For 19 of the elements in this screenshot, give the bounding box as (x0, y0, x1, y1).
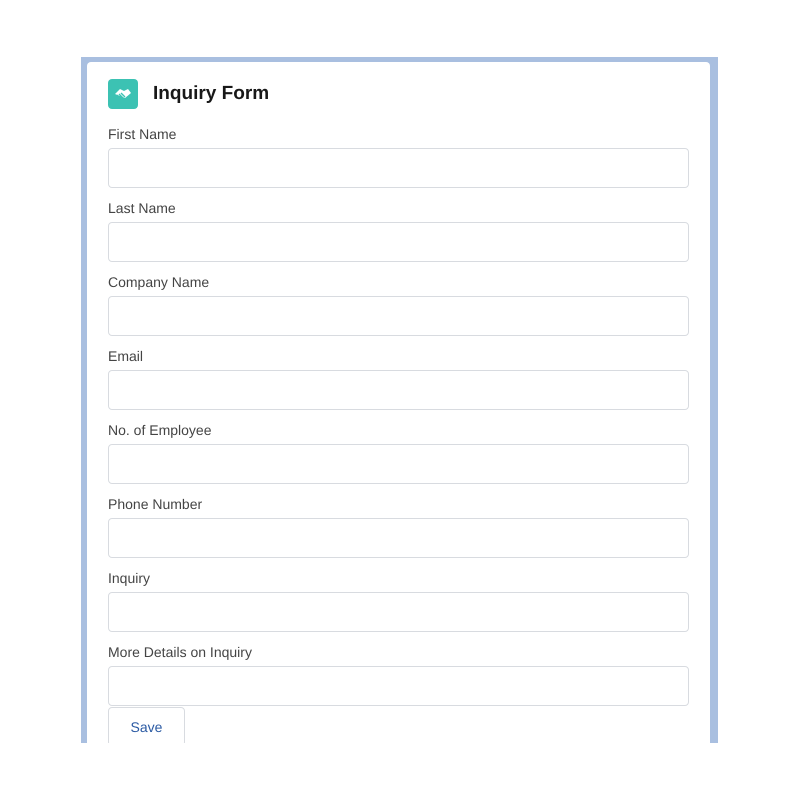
field-label: Company Name (108, 273, 210, 291)
input-field[interactable] (108, 518, 689, 558)
field-label: Inquiry (108, 569, 152, 587)
field-label: First Name (108, 125, 178, 143)
form-title: Inquiry Form (153, 83, 270, 105)
input-field[interactable] (108, 148, 689, 188)
field-label: Email (108, 347, 144, 365)
input-field[interactable] (108, 666, 689, 706)
handshake-icon (108, 79, 138, 109)
field-label: Phone Number (108, 495, 204, 513)
input-field[interactable] (108, 222, 689, 262)
input-field[interactable] (108, 444, 689, 484)
field-label: Last Name (108, 199, 177, 217)
field-label: No. of Employee (108, 421, 212, 439)
input-field[interactable] (108, 296, 689, 336)
save-button[interactable]: Save (108, 707, 185, 743)
field-label: More Details on Inquiry (108, 643, 253, 661)
input-field[interactable] (108, 370, 689, 410)
input-field[interactable] (108, 592, 689, 632)
